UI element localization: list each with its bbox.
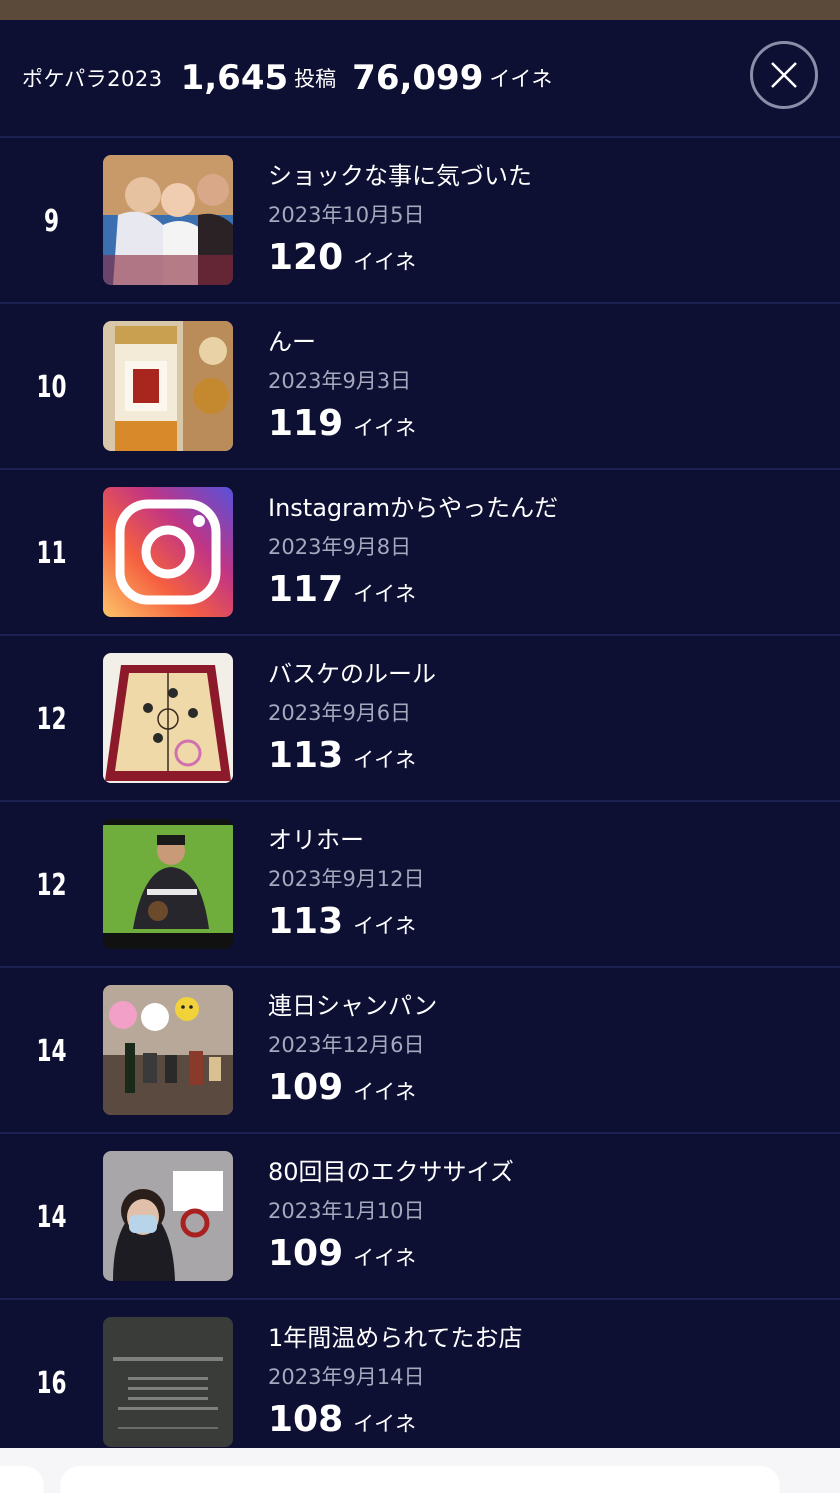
like-count: 108 xyxy=(268,1399,344,1440)
post-title: オリホー xyxy=(268,826,364,854)
post-thumbnail[interactable] xyxy=(103,155,233,285)
post-thumbnail[interactable] xyxy=(103,653,233,783)
post-date: 2023年9月6日 xyxy=(268,701,412,725)
post-likes: 113 イイネ xyxy=(268,736,828,776)
ranking-row[interactable]: 16 1年間温められてたお店 2023年9月14日 108 イイネ xyxy=(0,1300,840,1466)
ranking-row[interactable]: 14 80回目のエクササイズ 2023年1月10日 109 イイネ xyxy=(0,1134,840,1300)
post-title: 1年間温められてたお店 xyxy=(268,1324,523,1352)
ranking-row[interactable]: 14 連日シャンパン 2023年12月6日 109 イイネ xyxy=(0,968,840,1134)
like-count: 113 xyxy=(268,901,344,942)
like-count: 120 xyxy=(268,237,344,278)
post-date: 2023年1月10日 xyxy=(268,1199,425,1223)
post-title: 80回目のエクササイズ xyxy=(268,1158,514,1186)
ranking-row[interactable]: 9 ショックな事に気づいた 2023年10月5日 120 イイネ xyxy=(0,138,840,304)
like-unit: イイネ xyxy=(353,1246,417,1270)
post-thumbnail[interactable] xyxy=(103,321,233,451)
rank-number: 12 xyxy=(36,867,67,903)
post-thumbnail[interactable] xyxy=(103,487,233,617)
like-count: 109 xyxy=(268,1233,344,1274)
instagram-icon xyxy=(103,487,233,617)
ranking-row[interactable]: 10 んー 2023年9月3日 119 イイネ xyxy=(0,304,840,470)
post-thumbnail[interactable] xyxy=(103,1151,233,1281)
likes-total-unit: イイネ xyxy=(489,67,553,91)
post-title: Instagramからやったんだ xyxy=(268,494,559,522)
post-likes: 120 イイネ xyxy=(268,238,828,278)
like-unit: イイネ xyxy=(353,250,417,274)
rank-number: 16 xyxy=(36,1365,67,1401)
ranking-row[interactable]: 12 バスケのルール 2023年9月6日 113 イイネ xyxy=(0,636,840,802)
rank-number: 12 xyxy=(36,701,67,737)
post-thumbnail[interactable] xyxy=(103,1317,233,1447)
like-count: 117 xyxy=(268,569,344,610)
post-title: んー xyxy=(268,328,316,356)
post-date: 2023年9月12日 xyxy=(268,867,425,891)
post-thumbnail[interactable] xyxy=(103,819,233,949)
like-unit: イイネ xyxy=(353,914,417,938)
post-title: ショックな事に気づいた xyxy=(268,162,532,190)
header: ポケパラ2023 1,645 投稿 76,099 イイネ xyxy=(0,20,840,138)
post-title: 連日シャンパン xyxy=(268,992,438,1020)
ranking-list: 9 ショックな事に気づいた 2023年10月5日 120 イイネ 10 んー 2… xyxy=(0,138,840,1466)
like-count: 119 xyxy=(268,403,344,444)
post-date: 2023年9月8日 xyxy=(268,535,412,559)
likes-total: 76,099 xyxy=(352,58,484,98)
post-likes: 119 イイネ xyxy=(268,404,828,444)
post-thumbnail[interactable] xyxy=(103,985,233,1115)
like-unit: イイネ xyxy=(353,582,417,606)
like-unit: イイネ xyxy=(353,1412,417,1436)
top-strip xyxy=(0,0,840,20)
rank-number: 10 xyxy=(36,369,67,405)
ranking-row[interactable]: 12 オリホー 2023年9月12日 113 イイネ xyxy=(0,802,840,968)
like-count: 113 xyxy=(268,735,344,776)
ranking-row[interactable]: 11 Instagramからやったんだ 2023年9月8日 117 イイネ xyxy=(0,470,840,636)
bottom-input-pill[interactable] xyxy=(60,1466,780,1493)
like-unit: イイネ xyxy=(353,748,417,772)
post-likes: 117 イイネ xyxy=(268,570,828,610)
like-unit: イイネ xyxy=(353,1080,417,1104)
post-title: バスケのルール xyxy=(268,660,436,688)
like-unit: イイネ xyxy=(353,416,417,440)
post-likes: 108 イイネ xyxy=(268,1400,828,1440)
rank-number: 14 xyxy=(36,1033,67,1069)
rank-number: 9 xyxy=(43,203,60,239)
like-count: 109 xyxy=(268,1067,344,1108)
post-likes: 109 イイネ xyxy=(268,1234,828,1274)
close-icon xyxy=(771,62,797,88)
rank-number: 14 xyxy=(36,1199,67,1235)
posts-count: 1,645 xyxy=(180,58,289,98)
post-date: 2023年10月5日 xyxy=(268,203,425,227)
post-date: 2023年12月6日 xyxy=(268,1033,425,1057)
post-likes: 109 イイネ xyxy=(268,1068,828,1108)
app-title: ポケパラ2023 xyxy=(22,67,163,91)
post-likes: 113 イイネ xyxy=(268,902,828,942)
post-date: 2023年9月3日 xyxy=(268,369,412,393)
close-button[interactable] xyxy=(750,41,818,109)
rank-number: 11 xyxy=(36,535,67,571)
post-date: 2023年9月14日 xyxy=(268,1365,425,1389)
posts-unit: 投稿 xyxy=(294,67,337,91)
